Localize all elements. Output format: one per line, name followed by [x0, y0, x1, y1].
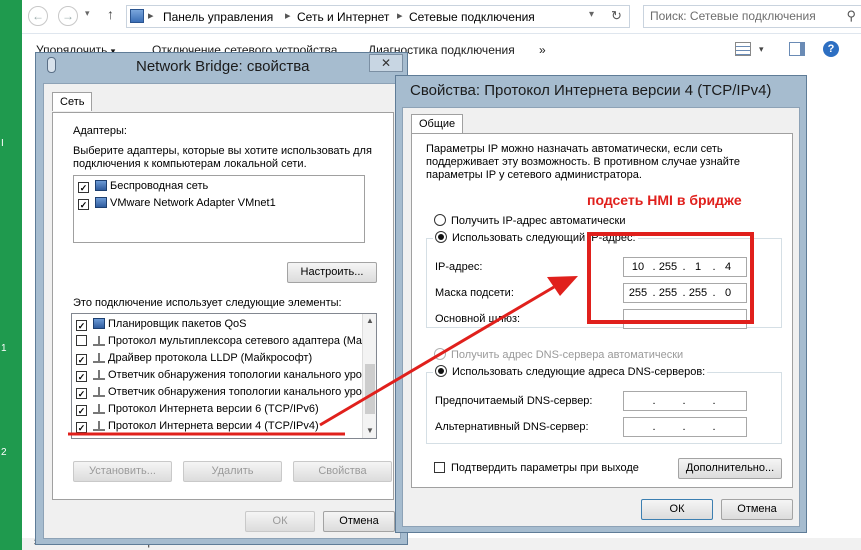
annotation-overlay [68, 276, 578, 436]
arrow-shaft [319, 285, 555, 427]
arrow-head-icon [547, 276, 578, 296]
